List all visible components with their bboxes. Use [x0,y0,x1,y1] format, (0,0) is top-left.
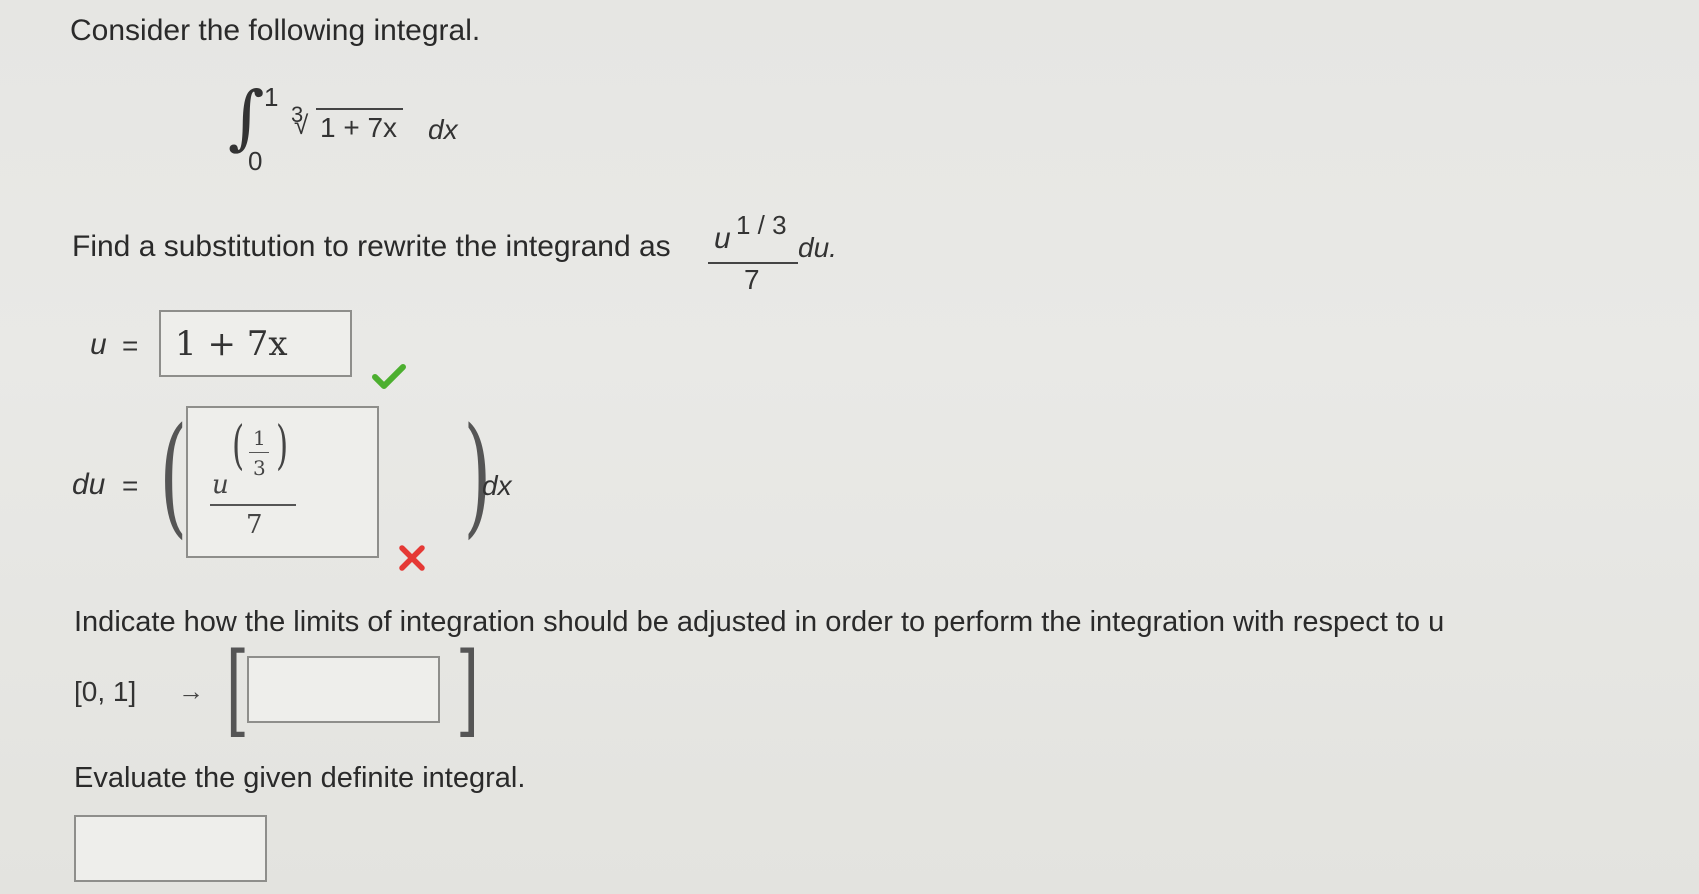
du-exp-numerator: 1 [253,426,266,450]
limits-answer-input[interactable] [247,656,440,723]
integral-differential: dx [428,114,458,145]
right-bracket: ] [455,631,480,748]
target-numerator-exponent: 1 / 3 [736,210,787,240]
arrow-icon: → [178,676,204,706]
u-label: u [90,328,107,361]
du-exp-right-paren: ) [276,416,289,476]
incorrect-cross-icon [398,544,426,576]
radicand: 1 + 7x [316,108,404,144]
integral-lower-limit: 0 [248,146,263,176]
du-equals: = [122,470,139,501]
evaluate-answer-input[interactable] [74,815,267,882]
left-paren: ( [159,399,188,551]
u-answer-input[interactable]: 1 + 7x [159,310,352,377]
original-limits: [0, 1] [74,676,137,707]
correct-check-icon [372,364,406,394]
du-exp-fraction-bar [249,452,269,453]
du-differential: dx [482,470,512,501]
target-fraction: u 1 / 3 7 [708,208,808,298]
intro-text: Consider the following integral. [70,14,481,47]
evaluate-prompt: Evaluate the given definite integral. [74,762,526,794]
radical-sign: √ [294,110,309,140]
left-bracket: [ [225,631,250,748]
du-answer-input[interactable]: u ( 1 3 ) 7 [186,406,379,558]
u-answer-value: 1 + 7x [175,324,288,364]
du-label: du [72,468,106,501]
limits-prompt: Indicate how the limits of integration s… [74,606,1445,638]
target-trailing: du. [798,232,837,263]
question-page: Consider the following integral. ∫ 1 0 3… [0,0,1699,894]
du-fraction-bar [210,504,296,506]
target-denominator: 7 [744,264,760,295]
target-numerator-base: u [714,222,731,255]
integral-sign: ∫ [228,76,265,158]
du-exp-left-paren: ( [232,416,245,476]
integral-upper-limit: 1 [264,82,279,112]
du-answer-base: u [212,470,229,500]
du-exp-denominator: 3 [253,456,266,480]
integral-expression: ∫ 1 0 3 √ 1 + 7x dx [228,82,488,182]
du-answer-denominator: 7 [246,510,263,540]
substitution-prompt: Find a substitution to rewrite the integ… [72,230,671,263]
u-equals: = [122,330,139,361]
